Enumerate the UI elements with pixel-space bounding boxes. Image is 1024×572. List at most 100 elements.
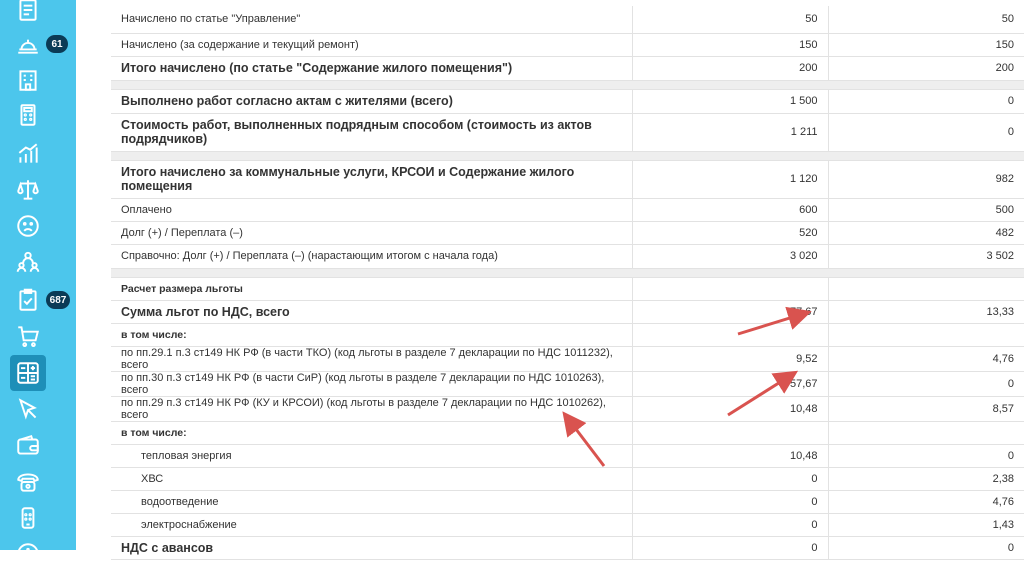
table-row: ХВС 0 2,38 — [111, 467, 1024, 491]
value-cell: 0 — [827, 113, 1024, 152]
value-cell: 8,57 — [827, 396, 1024, 422]
requests-badge: 61 — [46, 35, 68, 53]
analytics-nav-button[interactable] — [10, 136, 46, 172]
documents-nav-button[interactable] — [10, 0, 46, 28]
residents-nav-button[interactable] — [10, 244, 46, 280]
table-row: Итого начислено (по статье "Содержание ж… — [111, 56, 1024, 81]
table-row: Выполнено работ согласно актам с жителям… — [111, 89, 1024, 114]
row-label: в том числе: — [111, 323, 632, 347]
value-cell: 1 211 — [631, 113, 828, 152]
row-label: водоотведение — [111, 490, 632, 514]
row-label: Начислено (за содержание и текущий ремон… — [111, 33, 632, 57]
info-nav-button[interactable] — [10, 536, 46, 572]
table-row: водоотведение 0 4,76 — [111, 490, 1024, 514]
value-cell — [827, 277, 1024, 301]
table-row: Справочно: Долг (+) / Переплата (–) (нар… — [111, 244, 1024, 269]
wallet-nav-button[interactable] — [10, 428, 46, 464]
table-row: по пп.29.1 п.3 ст149 НК РФ (в части ТКО)… — [111, 346, 1024, 372]
row-label: Начислено по статье "Управление" — [111, 6, 632, 34]
value-cell: 13,33 — [827, 300, 1024, 324]
table-row: Сумма льгот по НДС, всего 77,67 13,33 — [111, 300, 1024, 324]
value-cell: 2,38 — [827, 467, 1024, 491]
calculator-icon — [20, 104, 36, 126]
value-cell: 50 — [827, 6, 1024, 34]
row-label: Оплачено — [111, 198, 632, 222]
value-cell: 3 020 — [631, 244, 828, 269]
content-gutter — [76, 0, 102, 550]
shopping-cart-icon — [18, 326, 39, 348]
row-label: Справочно: Долг (+) / Переплата (–) (нар… — [111, 244, 632, 269]
calculator-nav-button[interactable] — [10, 97, 46, 133]
row-label: тепловая энергия — [111, 444, 632, 468]
phone-nav-button[interactable] — [10, 464, 46, 500]
mobile-phone-icon — [21, 507, 35, 529]
value-cell: 9,52 — [631, 346, 828, 372]
value-cell: 0 — [631, 513, 828, 537]
pointer-nav-button[interactable] — [10, 392, 46, 428]
row-label: ХВС — [111, 467, 632, 491]
value-cell: 10,48 — [631, 396, 828, 422]
section-separator — [111, 80, 1024, 90]
phone-icon — [17, 473, 39, 492]
value-cell: 150 — [631, 33, 828, 57]
value-cell: 1 500 — [631, 89, 828, 114]
people-group-icon — [16, 251, 40, 272]
value-cell: 0 — [827, 371, 1024, 397]
report-table-container: Начислено по статье "Управление" 50 50 Н… — [111, 6, 1024, 560]
report-table: Начислено по статье "Управление" 50 50 Н… — [111, 6, 1024, 560]
sad-face-icon — [17, 215, 39, 237]
buildings-nav-button[interactable] — [10, 62, 46, 98]
row-label: Итого начислено за коммунальные услуги, … — [111, 160, 632, 199]
value-cell: 0 — [631, 490, 828, 514]
value-cell: 4,76 — [827, 346, 1024, 372]
value-cell: 0 — [827, 89, 1024, 114]
service-bell-icon — [18, 39, 38, 54]
table-row: Начислено по статье "Управление" 50 50 — [111, 6, 1024, 34]
document-list-icon — [19, 0, 37, 21]
row-label: Долг (+) / Переплата (–) — [111, 221, 632, 245]
table-row: НДС с авансов 0 0 — [111, 536, 1024, 560]
value-cell — [631, 421, 828, 445]
subheader-row: в том числе: — [111, 323, 1024, 347]
value-cell: 57,67 — [631, 371, 828, 397]
table-row: по пп.30 п.3 ст149 НК РФ (в части СиР) (… — [111, 371, 1024, 397]
row-label: Итого начислено (по статье "Содержание ж… — [111, 56, 632, 81]
value-cell: 0 — [827, 444, 1024, 468]
shop-nav-button[interactable] — [10, 318, 46, 354]
row-label: в том числе: — [111, 421, 632, 445]
value-cell: 200 — [827, 56, 1024, 81]
value-cell: 1,43 — [827, 513, 1024, 537]
table-row: Итого начислено за коммунальные услуги, … — [111, 160, 1024, 199]
info-icon — [17, 543, 39, 565]
value-cell: 10,48 — [631, 444, 828, 468]
requests-nav-button[interactable] — [10, 26, 46, 62]
complaints-nav-button[interactable] — [10, 208, 46, 244]
mobile-nav-button[interactable] — [10, 500, 46, 536]
legal-nav-button[interactable] — [10, 172, 46, 208]
building-icon — [19, 70, 37, 91]
section-header-row: Расчет размера льготы — [111, 277, 1024, 301]
bar-chart-icon — [18, 143, 38, 163]
scales-icon — [17, 180, 39, 200]
table-row: тепловая энергия 10,48 0 — [111, 444, 1024, 468]
value-cell: 982 — [827, 160, 1024, 199]
row-label: Выполнено работ согласно актам с жителям… — [111, 89, 632, 114]
value-cell — [827, 421, 1024, 445]
sidebar: 61 687 — [0, 0, 76, 565]
grid-calculator-icon — [17, 362, 39, 384]
tasks-badge: 687 — [46, 291, 70, 309]
subheader-row: в том числе: — [111, 421, 1024, 445]
reports-nav-button[interactable] — [10, 355, 46, 391]
value-cell: 150 — [827, 33, 1024, 57]
table-row: Оплачено 600 500 — [111, 198, 1024, 222]
cursor-pointer-icon — [18, 398, 37, 420]
value-cell: 4,76 — [827, 490, 1024, 514]
wallet-icon — [17, 435, 39, 455]
value-cell: 200 — [631, 56, 828, 81]
value-cell: 0 — [631, 467, 828, 491]
tasks-nav-button[interactable] — [10, 282, 46, 318]
row-label: по пп.30 п.3 ст149 НК РФ (в части СиР) (… — [111, 371, 632, 397]
value-cell: 0 — [827, 536, 1024, 560]
row-label: НДС с авансов — [111, 536, 632, 560]
value-cell: 50 — [631, 6, 828, 34]
